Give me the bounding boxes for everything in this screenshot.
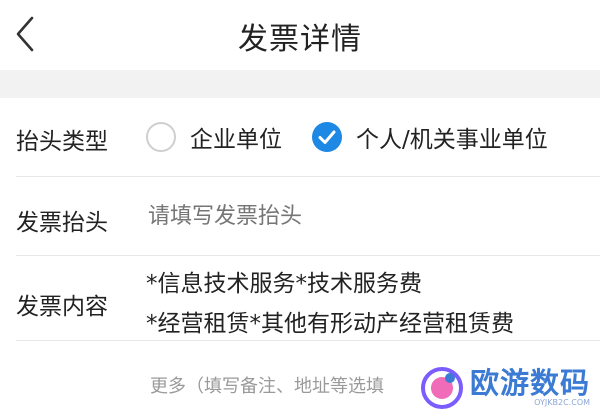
- section-gap: [0, 70, 600, 98]
- invoice-content-line: *经营租赁*其他有形动产经营租赁费: [146, 311, 514, 337]
- invoice-content-row: 发票内容 *信息技术服务*技术服务费 *经营租赁*其他有形动产经营租赁费: [0, 256, 600, 340]
- nav-bar: 发票详情: [0, 0, 600, 70]
- watermark-logo: 欧游数码 OYJKB2C.COM: [420, 360, 598, 416]
- radio-checked-icon: [312, 122, 342, 152]
- invoice-content-label: 发票内容: [16, 294, 108, 320]
- option-enterprise[interactable]: 企业单位: [146, 120, 282, 154]
- more-options-link[interactable]: 更多（填写备注、地址等选填: [150, 372, 410, 398]
- watermark-text: 欧游数码: [470, 366, 591, 400]
- radio-unchecked-icon: [146, 122, 176, 152]
- checkmark-icon: [318, 130, 336, 144]
- brand-logo-icon: [421, 367, 463, 409]
- page-title: 发票详情: [238, 22, 362, 57]
- option-personal[interactable]: 个人/机关事业单位: [312, 120, 548, 154]
- invoice-content-line: *信息技术服务*技术服务费: [146, 271, 422, 297]
- divider: [16, 340, 600, 341]
- option-personal-label: 个人/机关事业单位: [356, 127, 548, 153]
- header-type-label: 抬头类型: [16, 129, 108, 155]
- invoice-title-label: 发票抬头: [16, 210, 108, 236]
- invoice-title-input[interactable]: [148, 201, 568, 231]
- header-type-row: 抬头类型 企业单位 个人/机关事业单位: [0, 98, 600, 176]
- invoice-title-row: 发票抬头: [0, 177, 600, 255]
- option-enterprise-label: 企业单位: [190, 127, 282, 153]
